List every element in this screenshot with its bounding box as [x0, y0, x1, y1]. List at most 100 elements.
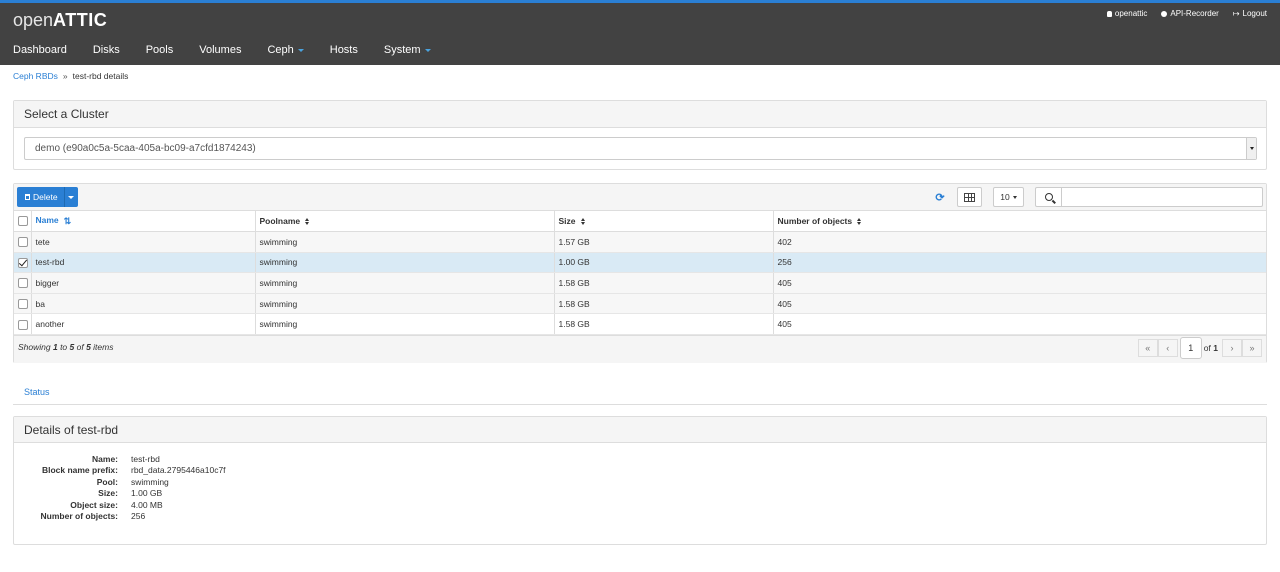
row-checkbox[interactable] [18, 257, 28, 268]
first-page-button[interactable]: « [1137, 339, 1158, 357]
rbd-table: Name ⇅ Poolname Size Number of objects te… [14, 211, 1266, 336]
cell-pool: swimming [255, 252, 555, 274]
cell-pool: swimming [255, 313, 555, 336]
cell-pool: swimming [255, 231, 555, 253]
column-label: Size [558, 216, 576, 227]
logo-text-bold: ATTIC [53, 10, 108, 30]
columns-button[interactable] [957, 187, 982, 207]
row-checkbox-cell [14, 231, 32, 253]
page-size-value: 10 [1000, 192, 1010, 202]
refresh-button[interactable]: ⟳ [930, 187, 950, 207]
table-footer: Showing 1 to 5 of 5 items « ‹ 1 of 1 › » [14, 335, 1266, 363]
cell-name: tete [31, 231, 256, 253]
row-checkbox[interactable] [18, 319, 28, 330]
next-page-button[interactable]: › [1222, 339, 1242, 357]
column-header-name[interactable]: Name ⇅ [31, 211, 256, 233]
row-checkbox[interactable] [18, 299, 28, 310]
page-input[interactable]: 1 [1179, 337, 1202, 359]
api-recorder-label: API-Recorder [1170, 9, 1219, 18]
delete-button[interactable]: Delete [17, 187, 64, 207]
detail-key: Pool: [96, 476, 118, 487]
prev-page-button[interactable]: ‹ [1157, 339, 1178, 357]
nav-dashboard[interactable]: Dashboard [0, 39, 80, 61]
table-row[interactable]: ba swimming 1.58 GB 405 [14, 293, 1266, 315]
cell-objects: 405 [773, 293, 1266, 315]
nav-pools[interactable]: Pools [133, 39, 187, 61]
cell-pool: swimming [255, 293, 555, 315]
record-icon [1161, 10, 1168, 17]
nav-label: Dashboard [13, 44, 67, 56]
details-panel: Details of test-rbd Name: test-rbd Block … [13, 416, 1267, 545]
logo-text-light: open [13, 10, 54, 30]
row-checkbox[interactable] [18, 278, 28, 289]
nav-label: Ceph [267, 44, 294, 56]
api-recorder-link[interactable]: API-Recorder [1161, 9, 1219, 18]
delete-label: Delete [33, 192, 58, 202]
cell-size: 1.58 GB [554, 272, 774, 294]
search-icon [1044, 193, 1053, 201]
cell-name: bigger [31, 272, 256, 294]
detail-value: 4.00 MB [131, 499, 163, 510]
user-link[interactable]: openattic [1106, 9, 1148, 18]
cluster-panel-title: Select a Cluster [14, 101, 1266, 128]
cell-size: 1.58 GB [554, 293, 774, 315]
column-header-objects[interactable]: Number of objects [773, 211, 1266, 233]
main-nav: Dashboard Disks Pools Volumes Ceph Hosts… [0, 39, 444, 61]
user-menu: openattic API-Recorder ↦ Logout [1106, 9, 1267, 18]
trash-icon [25, 194, 30, 200]
last-page-button[interactable]: » [1242, 339, 1262, 357]
nav-hosts[interactable]: Hosts [317, 39, 371, 61]
delete-button-group: Delete [17, 187, 78, 207]
search-button[interactable] [1035, 187, 1062, 207]
page-of-label: of 1 [1204, 343, 1218, 353]
column-header-poolname[interactable]: Poolname [255, 211, 555, 233]
detail-key: Name: [92, 453, 118, 464]
row-checkbox-cell [14, 252, 32, 274]
select-all-checkbox[interactable] [18, 216, 28, 227]
details-list: Name: test-rbd Block name prefix: rbd_data… [14, 453, 314, 522]
detail-key: Object size: [70, 499, 118, 510]
rbd-table-panel: Delete ⟳ 10 Name ⇅ Poolname Size Number o… [13, 183, 1267, 363]
detail-row: Name: test-rbd [14, 453, 314, 465]
nav-ceph[interactable]: Ceph [254, 39, 316, 61]
table-row[interactable]: bigger swimming 1.58 GB 405 [14, 272, 1266, 294]
page-total: 1 [1213, 343, 1218, 353]
cell-objects: 256 [773, 252, 1266, 274]
nav-disks[interactable]: Disks [80, 39, 133, 61]
cluster-select[interactable]: demo (e90a0c5a-5caa-405a-bc09-a7cfd18742… [24, 137, 1257, 160]
table-row[interactable]: tete swimming 1.57 GB 402 [14, 231, 1266, 253]
nav-label: Hosts [329, 44, 358, 56]
table-row[interactable]: another swimming 1.58 GB 405 [14, 313, 1266, 336]
detail-key: Size: [98, 488, 118, 499]
pagination: « ‹ 1 of 1 › » [1137, 337, 1262, 359]
caret-down-icon [68, 195, 75, 199]
nav-label: Disks [92, 44, 120, 56]
nav-volumes[interactable]: Volumes [186, 39, 254, 61]
double-chevron-right-icon: » [1249, 343, 1255, 353]
logout-label: Logout [1242, 9, 1267, 18]
sort-ascending-icon: ⇅ [63, 215, 72, 226]
breadcrumb-link-ceph-rbds[interactable]: Ceph RBDs [13, 71, 58, 81]
detail-value: 256 [131, 511, 146, 522]
cell-name: test-rbd [31, 252, 256, 274]
column-header-size[interactable]: Size [554, 211, 774, 233]
page-size-dropdown[interactable]: 10 [993, 187, 1024, 207]
logout-icon: ↦ [1232, 9, 1240, 18]
detail-key: Number of objects: [40, 511, 118, 522]
breadcrumb-separator: » [62, 71, 68, 81]
cell-size: 1.00 GB [554, 252, 774, 274]
table-row[interactable]: test-rbd swimming 1.00 GB 256 [14, 252, 1266, 274]
detail-row: Number of objects: 256 [14, 511, 314, 523]
tab-status[interactable]: Status [24, 387, 50, 397]
select-arrow-icon [1246, 138, 1256, 159]
showing-text: items [90, 342, 114, 352]
detail-value: 1.00 GB [131, 488, 163, 499]
search-input[interactable] [1061, 187, 1263, 207]
row-checkbox[interactable] [18, 237, 28, 248]
logout-link[interactable]: ↦ Logout [1233, 9, 1267, 18]
delete-dropdown-toggle[interactable] [63, 187, 78, 207]
nav-system[interactable]: System [371, 39, 444, 61]
app-logo[interactable]: openATTIC [13, 10, 107, 31]
user-name: openattic [1114, 9, 1148, 18]
details-panel-title: Details of test-rbd [14, 417, 1266, 443]
